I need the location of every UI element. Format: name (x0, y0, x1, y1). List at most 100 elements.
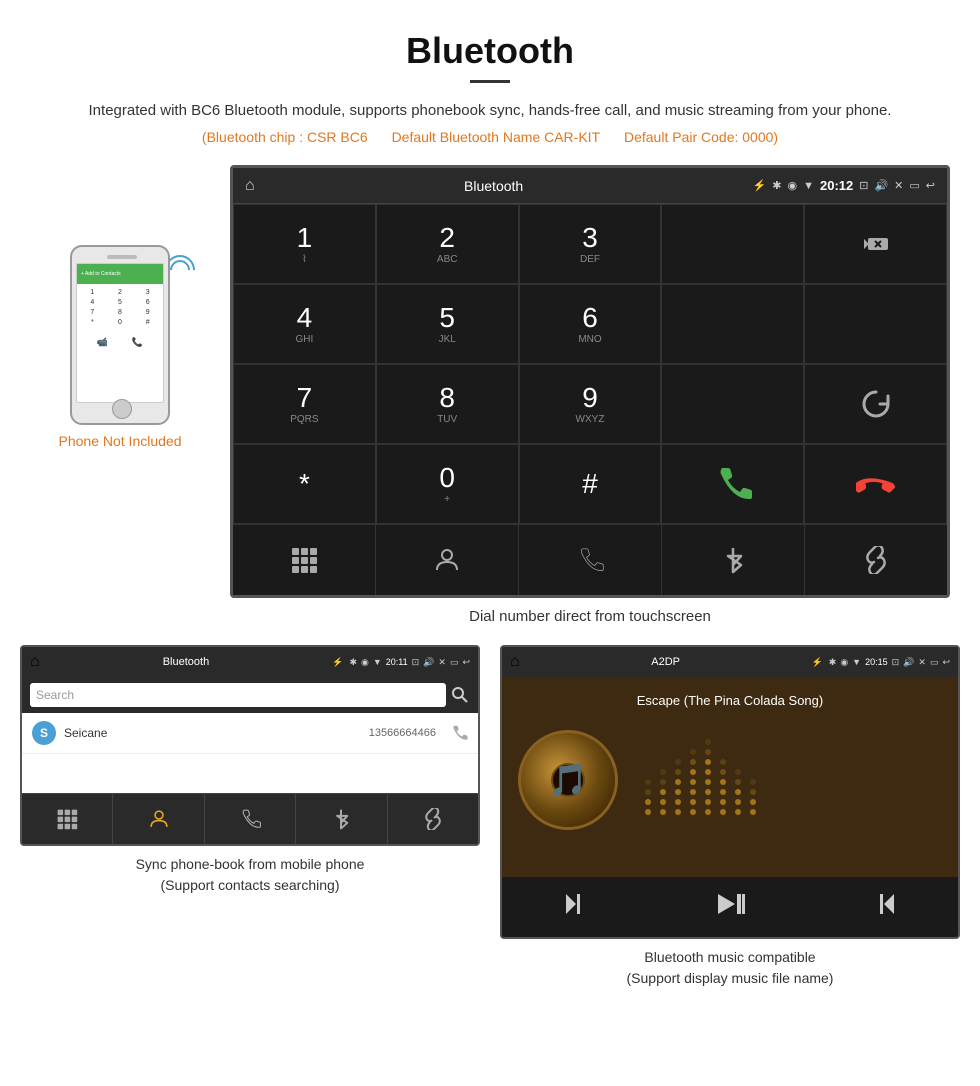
call-green-button[interactable] (661, 444, 804, 524)
dial-key-8[interactable]: 8 TUV (376, 364, 519, 444)
pb-search-field[interactable]: Search (30, 683, 446, 707)
topbar-icons: ⚡ ✱ ◉ ▼ 20:12 ⊡ 🔊 ✕ ▭ ↩ (753, 178, 935, 193)
dial-key-0[interactable]: 0 + (376, 444, 519, 524)
pb-back-icon[interactable]: ↩ (462, 657, 470, 668)
phone-home-button[interactable] (112, 399, 132, 419)
volume-icon[interactable]: 🔊 (874, 179, 888, 192)
equalizer-visual (638, 722, 942, 837)
dial-key-7[interactable]: 7 PQRS (233, 364, 376, 444)
next-track-button[interactable] (847, 889, 917, 925)
reload-icon (858, 386, 894, 422)
backspace-icon (861, 234, 891, 254)
prev-icon (563, 889, 593, 919)
gps-icon: ◉ (787, 179, 797, 192)
music-song-title: Escape (The Pina Colada Song) (637, 693, 823, 708)
search-icon[interactable] (450, 685, 470, 705)
call-red-icon (856, 464, 896, 504)
phone-call-icon: 📞 (132, 337, 143, 348)
music-usb-icon: ⚡ (812, 657, 823, 668)
pb-topbar: ⌂ Bluetooth ⚡ ✱ ◉ ▼ 20:11 ⊡ 🔊 ✕ ▭ ↩ (22, 647, 478, 677)
dial-key-5[interactable]: 5 JKL (376, 284, 519, 364)
music-back-icon[interactable]: ↩ (942, 657, 950, 668)
phone-dial-grid: 1 2 3 4 5 6 7 8 9 * 0 # (77, 284, 163, 331)
pb-nav-bt[interactable] (296, 794, 387, 844)
nav-phone-icon[interactable] (519, 525, 662, 595)
music-topbar-title: A2DP (526, 656, 806, 668)
pb-home-icon[interactable]: ⌂ (30, 653, 40, 671)
window-icon[interactable]: ▭ (909, 179, 919, 192)
pb-bottom-nav (22, 793, 478, 844)
dial-sub-7: PQRS (290, 414, 318, 425)
dial-key-1[interactable]: 1 ⌇ (233, 204, 376, 284)
camera-icon[interactable]: ⊡ (859, 179, 868, 192)
bt-status-icon: ✱ (772, 179, 781, 192)
nav-link-icon[interactable] (805, 525, 947, 595)
music-close-icon[interactable]: ✕ (918, 657, 926, 668)
pb-contact-list: S Seicane 13566664466 (22, 713, 478, 793)
topbar-title: Bluetooth (243, 178, 745, 194)
dial-key-9[interactable]: 9 WXYZ (519, 364, 662, 444)
dial-sub-4: GHI (296, 334, 314, 345)
phone-video-icon: 📹 (97, 337, 108, 348)
music-win-icon[interactable]: ▭ (930, 657, 939, 668)
dial-key-hash[interactable]: # (519, 444, 662, 524)
phone-illustration: ʙ + Add to Contacts 1 2 3 4 5 (55, 225, 185, 425)
contact-call-icon[interactable] (450, 724, 468, 742)
prev-track-button[interactable] (543, 889, 613, 925)
topbar-time: 20:12 (820, 178, 853, 193)
dial-num-star: * (299, 470, 310, 498)
music-vol-icon[interactable]: 🔊 (903, 657, 914, 668)
pb-search-placeholder: Search (36, 688, 74, 702)
music-bt-icon: ✱ (829, 657, 837, 668)
pb-close-icon[interactable]: ✕ (438, 657, 446, 668)
call-green-icon (713, 464, 753, 504)
dial-key-star[interactable]: * (233, 444, 376, 524)
pb-vol-icon[interactable]: 🔊 (423, 657, 434, 668)
nav-bluetooth-icon[interactable] (662, 525, 805, 595)
title-divider (470, 80, 510, 83)
spec-name: Default Bluetooth Name CAR-KIT (392, 129, 601, 145)
page-title: Bluetooth (80, 30, 900, 72)
pb-nav-contacts[interactable] (113, 794, 204, 844)
phone-icon (576, 546, 604, 574)
dial-key-2[interactable]: 2 ABC (376, 204, 519, 284)
page-header: Bluetooth Integrated with BC6 Bluetooth … (0, 0, 980, 165)
dial-num-5: 5 (439, 304, 455, 332)
back-icon[interactable]: ↩ (926, 179, 935, 192)
grid-icon (290, 546, 318, 574)
pb-contact-row[interactable]: S Seicane 13566664466 (22, 713, 478, 754)
dial-reload-button[interactable] (804, 364, 947, 444)
pb-nav-link[interactable] (388, 794, 478, 844)
pb-win-icon[interactable]: ▭ (450, 657, 459, 668)
music-home-icon[interactable]: ⌂ (510, 653, 520, 671)
nav-contacts-icon[interactable] (376, 525, 519, 595)
contact-name: Seicane (64, 726, 361, 740)
phone-key-4: 4 (79, 298, 106, 307)
close-icon[interactable]: ✕ (894, 179, 903, 192)
dial-key-3[interactable]: 3 DEF (519, 204, 662, 284)
dial-num-0: 0 (439, 464, 455, 492)
phone-speaker (107, 255, 137, 259)
music-caption: Bluetooth music compatible (Support disp… (500, 947, 960, 989)
nav-dialpad-icon[interactable] (233, 525, 376, 595)
music-cam-icon[interactable]: ⊡ (892, 657, 900, 668)
pb-gps-icon: ◉ (361, 657, 369, 668)
phone-key-1: 1 (79, 288, 106, 297)
dial-num-hash: # (582, 470, 598, 498)
pb-search-bar: Search (22, 677, 478, 713)
screen-bottom-nav (233, 524, 947, 595)
dial-backspace-button[interactable] (804, 204, 947, 284)
music-wifi-icon: ▼ (852, 657, 861, 668)
dial-sub-5: JKL (439, 334, 456, 345)
dial-key-6[interactable]: 6 MNO (519, 284, 662, 364)
pb-nav-phone[interactable] (205, 794, 296, 844)
pb-cam-icon[interactable]: ⊡ (412, 657, 420, 668)
dial-num-2: 2 (439, 224, 455, 252)
dial-key-4[interactable]: 4 GHI (233, 284, 376, 364)
dial-empty-r2c4 (661, 284, 804, 364)
play-pause-button[interactable] (695, 889, 765, 925)
music-body: Escape (The Pina Colada Song) 🎵 (502, 677, 958, 877)
call-red-button[interactable] (804, 444, 947, 524)
pb-nav-grid[interactable] (22, 794, 113, 844)
pb-usb-icon: ⚡ (332, 657, 343, 668)
